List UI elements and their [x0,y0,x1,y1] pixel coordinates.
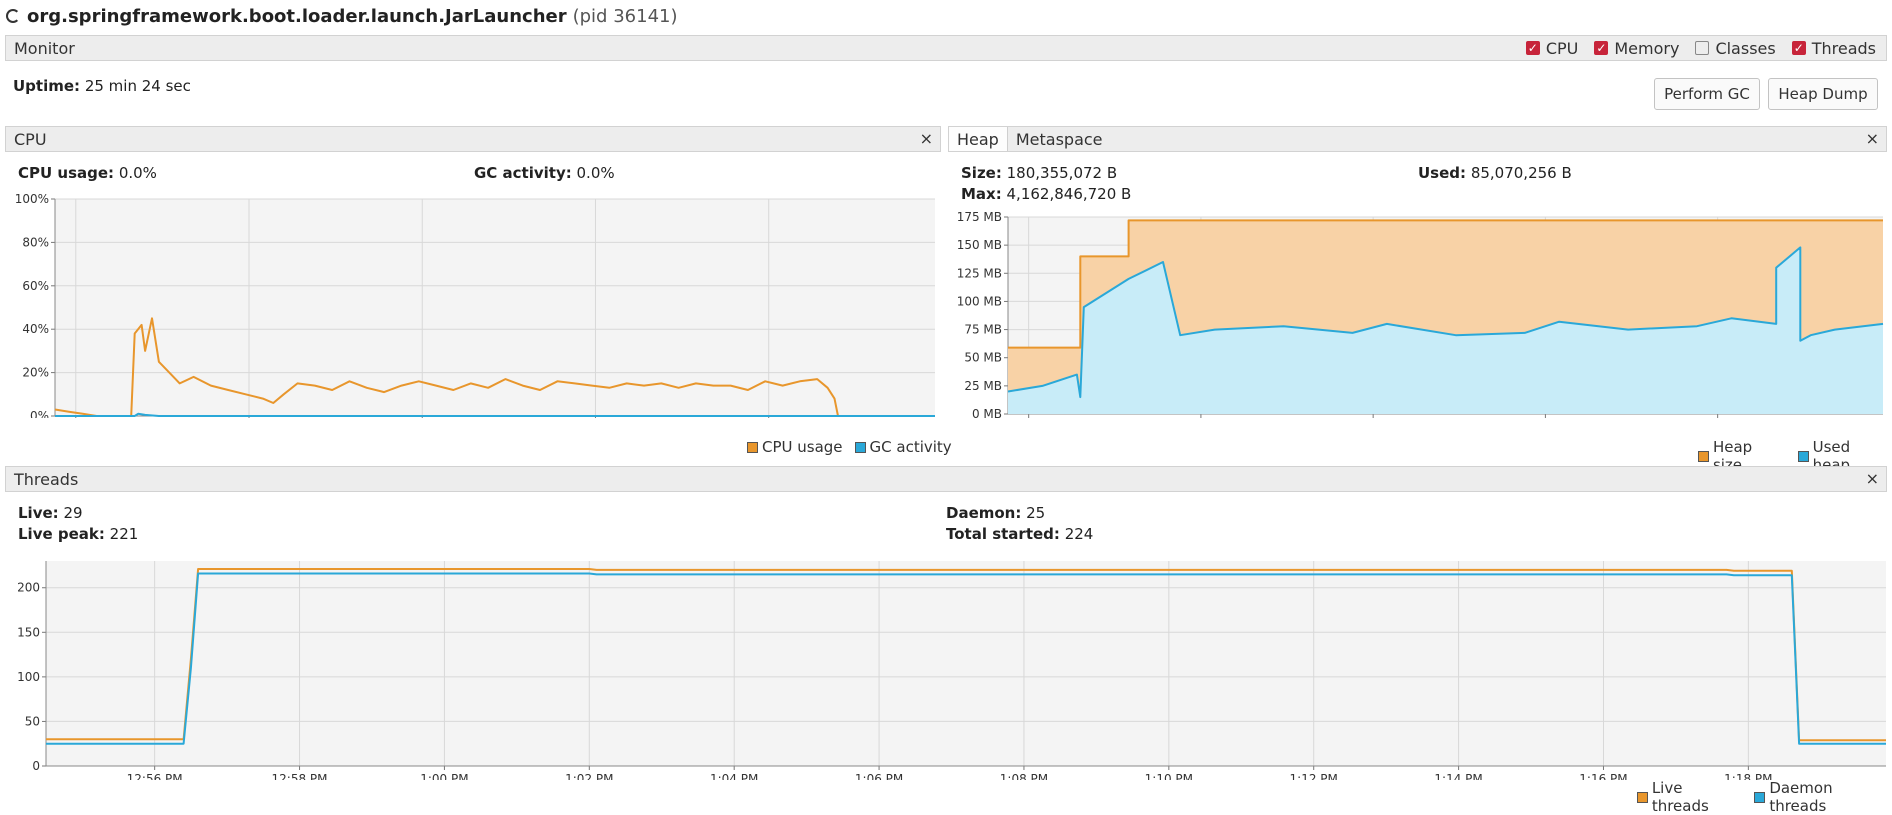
y-tick-label: 100 MB [957,294,1002,308]
check-icon: ✓ [1525,41,1540,55]
heap-max-stat: Max: 4,162,846,720 B [961,185,1132,203]
x-tick-label: 1:02 PM [565,772,613,780]
live-peak-stat: Live peak: 221 [18,525,139,543]
daemon-threads-stat: Daemon: 25 [946,504,1046,522]
y-tick-label: 75 MB [964,323,1002,337]
y-tick-label: 100 [17,670,40,684]
check-icon: ✓ [1594,41,1609,55]
loading-spinner-icon [6,9,20,23]
y-tick-label: 20% [22,366,49,380]
check-icon: ✓ [1791,41,1806,55]
threads-panel-label: Threads [14,469,79,489]
x-tick-label: 1:14 PM [1434,772,1482,780]
y-tick-label: 50 [25,714,40,728]
live-threads-swatch [1637,791,1648,803]
cpu-legend: CPU usage GC activity [735,438,952,456]
cpu-panel-close-icon[interactable]: × [920,129,933,148]
checkbox-threads[interactable]: ✓ Threads [1791,39,1876,58]
live-threads-stat: Live: 29 [18,504,83,522]
monitor-header: Monitor ✓ CPU ✓ Memory Classes ✓ Threads [5,35,1887,61]
x-tick-label: 1:04 PM [710,772,758,780]
heap-size-stat: Size: 180,355,072 B [961,164,1118,182]
x-tick-label: 12:58 PM [272,772,328,780]
checkbox-cpu[interactable]: ✓ CPU [1525,39,1578,58]
checkbox-classes[interactable]: Classes [1695,39,1776,58]
y-tick-label: 40% [22,322,49,336]
tab-heap[interactable]: Heap [949,127,1008,151]
y-tick-label: 60% [22,279,49,293]
x-tick-label: 12:56 PM [127,772,183,780]
heap-dump-button[interactable]: Heap Dump [1768,78,1878,110]
heap-panel-header: Heap Metaspace × [948,126,1887,152]
y-tick-label: 150 [17,625,40,639]
uptime: Uptime: 25 min 24 sec [13,77,191,95]
heap-panel-close-icon[interactable]: × [1866,129,1879,148]
window-title-row: org.springframework.boot.loader.launch.J… [6,4,678,28]
threads-panel-close-icon[interactable]: × [1866,469,1879,488]
x-tick-label: 1:00 PM [420,772,468,780]
tab-metaspace[interactable]: Metaspace [1008,127,1111,151]
monitor-label: Monitor [14,38,75,58]
x-tick-label: 1:10 PM [1145,772,1193,780]
process-id: (pid 36141) [572,5,678,27]
x-tick-label: 1:12 PM [1290,772,1338,780]
total-started-stat: Total started: 224 [946,525,1094,543]
gc-activity-stat: GC activity: 0.0% [474,164,615,182]
cpu-usage-stat: CPU usage: 0.0% [18,164,157,182]
y-tick-label: 80% [22,235,49,249]
cpu-panel-label: CPU [14,129,47,149]
gc-activity-swatch [854,441,866,453]
x-tick-label: 1:06 PM [855,772,903,780]
y-tick-label: 50 MB [964,351,1002,365]
threads-panel-header: Threads × [5,466,1887,492]
heap-size-swatch [1698,450,1709,462]
y-tick-label: 0% [30,409,49,418]
cpu-panel-header: CPU × [5,126,941,152]
heap-chart: 0 MB 25 MB 50 MB 75 MB 100 MB 125 MB 150 MB 175… [957,210,1884,418]
plot-area [46,561,1886,766]
monitor-checkbox-group: ✓ CPU ✓ Memory Classes ✓ Threads [1525,39,1892,58]
cpu-usage-swatch [747,441,758,453]
unchecked-box-icon [1695,41,1710,55]
perform-gc-button[interactable]: Perform GC [1654,78,1760,110]
y-tick-label: 0 [32,759,40,773]
y-tick-label: 200 [17,581,40,595]
x-tick-label: 1:16 PM [1579,772,1627,780]
y-tick-label: 175 MB [957,210,1002,224]
x-tick-label: 1:08 PM [1000,772,1048,780]
y-tick-label: 0 MB [972,407,1002,418]
y-tick-label: 150 MB [957,238,1002,252]
checkbox-memory[interactable]: ✓ Memory [1594,39,1679,58]
used-heap-swatch [1797,450,1809,462]
y-tick-label: 25 MB [964,379,1002,393]
threads-legend: Live threads Daemon threads [1625,779,1892,815]
daemon-threads-swatch [1754,791,1766,803]
y-tick-label: 125 MB [957,266,1002,280]
window-title: org.springframework.boot.loader.launch.J… [27,5,567,27]
heap-used-stat: Used: 85,070,256 B [1418,164,1572,182]
cpu-chart: 0%20%40%60%80%100%12:55 PM1:00 PM1:05 PM… [15,192,935,418]
y-tick-label: 100% [15,192,49,206]
threads-chart: 0 50 100 150 200 12:56 PM 12:58 PM 1:00 PM 1:02 … [17,561,1886,780]
